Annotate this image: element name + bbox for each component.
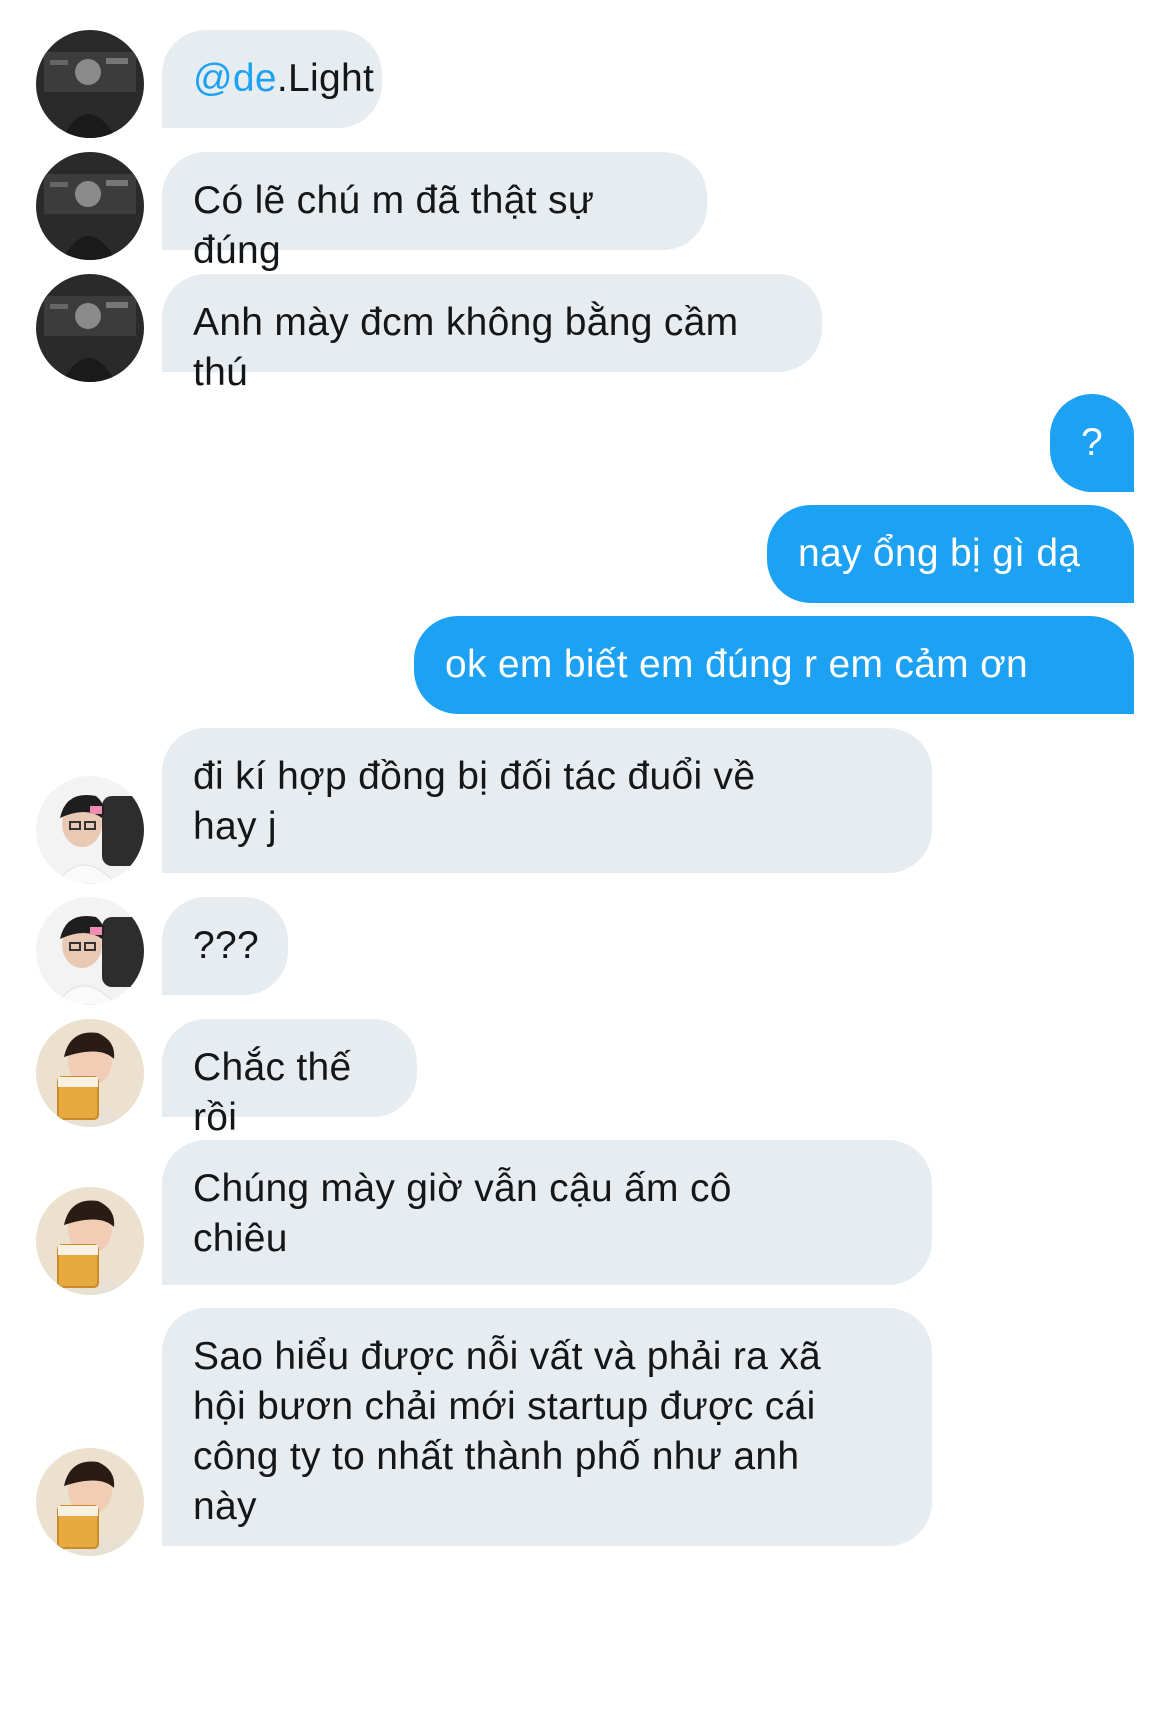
avatar-user-a[interactable]: [36, 274, 144, 382]
avatar-user-c[interactable]: [36, 1187, 144, 1295]
message-bubble[interactable]: Có lẽ chú m đã thật sự đúng: [162, 152, 707, 272]
message-text: ?: [1081, 421, 1103, 464]
avatar-user-b[interactable]: [36, 897, 144, 1005]
mention-link[interactable]: @de: [193, 57, 277, 100]
message-bubble[interactable]: Sao hiểu được nỗi vất và phải ra xã hội …: [162, 1308, 932, 1546]
avatar-user-c[interactable]: [36, 1019, 144, 1127]
message-text: nay ổng bị gì dạ: [798, 532, 1081, 575]
avatar-photo-icon: [36, 776, 144, 884]
message-text: .Light: [276, 57, 375, 100]
avatar-user-a[interactable]: [36, 30, 144, 138]
avatar-photo-icon: [36, 274, 144, 382]
message-bubble[interactable]: Chúng mày giờ vẫn cậu ấm cô chiêu: [162, 1140, 932, 1285]
avatar-photo-icon: [36, 1019, 144, 1127]
message-text: ???: [193, 924, 259, 967]
avatar-photo-icon: [36, 152, 144, 260]
dm-conversation: @de.Light Có lẽ chú m đã thật sự đúng An…: [0, 0, 1170, 1736]
avatar-photo-icon: [36, 1448, 144, 1556]
message-bubble-outgoing[interactable]: ok em biết em đúng r em cảm ơn: [414, 616, 1134, 714]
avatar-user-b[interactable]: [36, 776, 144, 884]
avatar-user-c[interactable]: [36, 1448, 144, 1556]
avatar-user-a[interactable]: [36, 152, 144, 260]
message-text: ok em biết em đúng r em cảm ơn: [445, 643, 1028, 686]
avatar-photo-icon: [36, 30, 144, 138]
message-text: Sao hiểu được nỗi vất và phải ra xã hội …: [193, 1335, 822, 1528]
message-text: Anh mày đcm không bằng cầm thú: [193, 301, 750, 394]
avatar-photo-icon: [36, 1187, 144, 1295]
message-bubble[interactable]: Chắc thế rồi: [162, 1019, 417, 1139]
message-bubble[interactable]: đi kí hợp đồng bị đối tác đuổi về hay j: [162, 728, 932, 873]
avatar-photo-icon: [36, 897, 144, 1005]
message-bubble[interactable]: ???: [162, 897, 288, 995]
message-bubble[interactable]: Anh mày đcm không bằng cầm thú: [162, 274, 822, 394]
message-bubble-outgoing[interactable]: ?: [1050, 394, 1134, 492]
message-bubble-outgoing[interactable]: nay ổng bị gì dạ: [767, 505, 1134, 603]
message-text: đi kí hợp đồng bị đối tác đuổi về hay j: [193, 755, 756, 848]
message-text: Chắc thế rồi: [193, 1046, 363, 1139]
message-text: Chúng mày giờ vẫn cậu ấm cô chiêu: [193, 1167, 732, 1260]
message-bubble[interactable]: @de.Light: [162, 30, 382, 128]
message-text: Có lẽ chú m đã thật sự đúng: [193, 179, 606, 272]
